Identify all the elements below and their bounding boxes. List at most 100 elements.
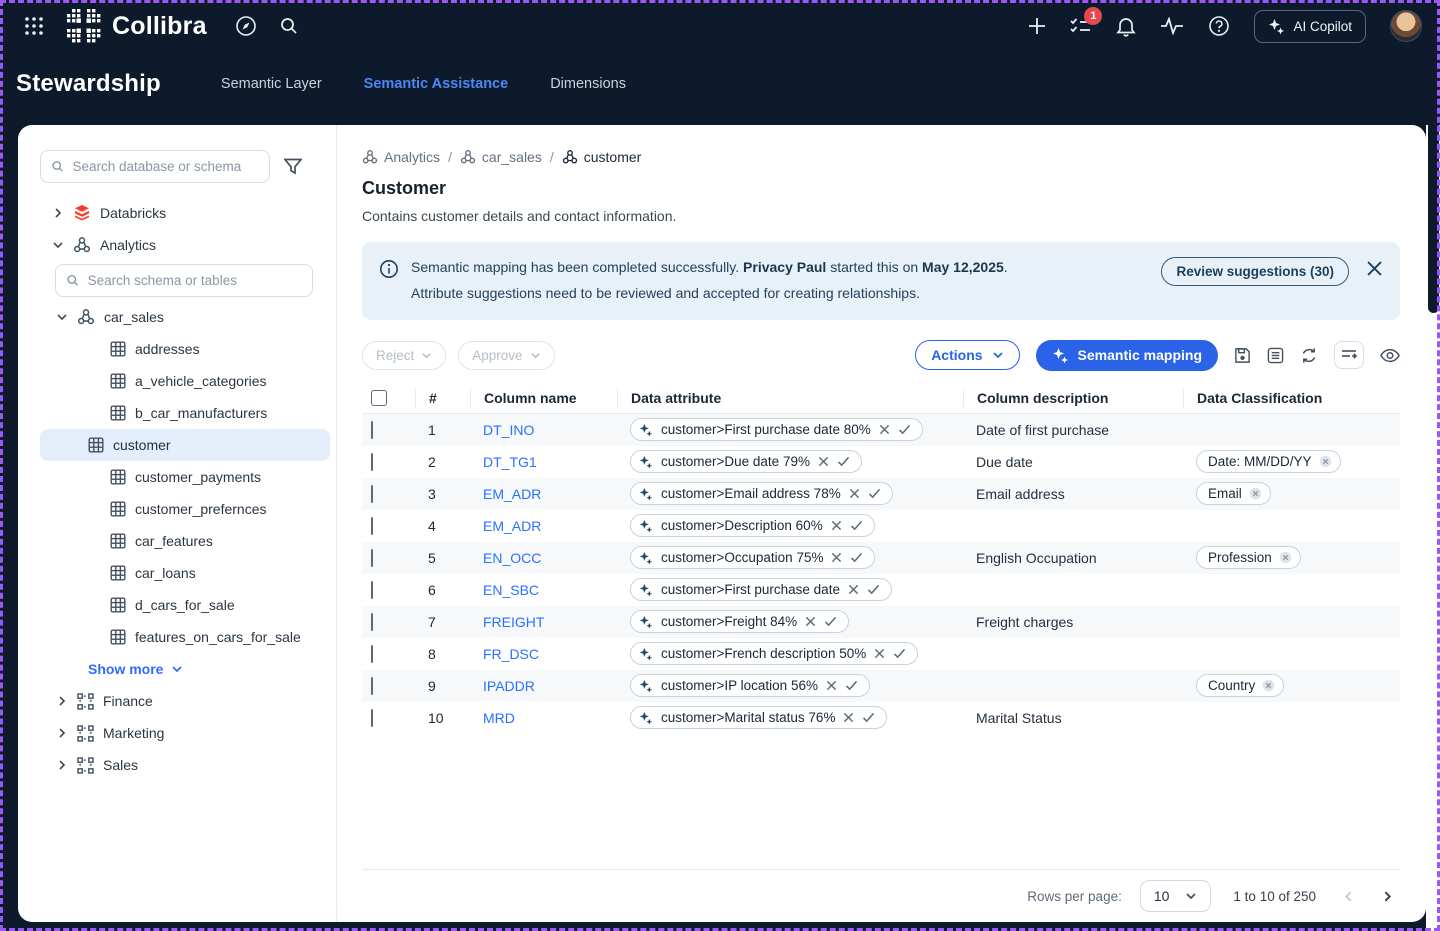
classification-pill[interactable]: Country <box>1196 674 1284 697</box>
schema-search[interactable] <box>55 264 313 297</box>
remove-classification-icon[interactable] <box>1249 487 1262 500</box>
reject-suggestion-icon[interactable] <box>874 648 885 659</box>
sidebar-table-customer_payments[interactable]: customer_payments <box>40 461 330 493</box>
sidebar-item-analytics[interactable]: Analytics <box>18 229 336 261</box>
notifications-icon[interactable] <box>1116 16 1136 37</box>
sidebar-table-customer[interactable]: customer <box>40 429 330 461</box>
accept-suggestion-icon[interactable] <box>893 648 906 659</box>
database-search-input[interactable] <box>72 159 259 174</box>
column-name-link[interactable]: EM_ADR <box>483 486 541 502</box>
add-icon[interactable] <box>1028 17 1046 35</box>
breadcrumb-car_sales[interactable]: car_sales <box>460 149 542 165</box>
row-checkbox[interactable] <box>371 709 373 727</box>
semantic-mapping-button[interactable]: Semantic mapping <box>1036 340 1218 371</box>
reject-suggestion-icon[interactable] <box>831 552 842 563</box>
breadcrumb-customer[interactable]: customer <box>562 149 642 165</box>
compass-icon[interactable] <box>235 15 257 37</box>
sidebar-dimension-marketing[interactable]: Marketing <box>18 717 336 749</box>
row-checkbox[interactable] <box>371 421 373 439</box>
column-name-link[interactable]: EN_SBC <box>483 582 539 598</box>
search-icon[interactable] <box>279 16 299 36</box>
accept-suggestion-icon[interactable] <box>868 488 881 499</box>
show-more-button[interactable]: Show more <box>18 653 336 685</box>
reject-suggestion-icon[interactable] <box>805 616 816 627</box>
accept-suggestion-icon[interactable] <box>867 584 880 595</box>
tasks-icon[interactable]: 1 <box>1070 16 1092 36</box>
sidebar-dimension-finance[interactable]: Finance <box>18 685 336 717</box>
data-attribute-pill[interactable]: customer>Due date 79% <box>630 450 862 473</box>
reject-suggestion-icon[interactable] <box>818 456 829 467</box>
collibra-logo[interactable]: Collibra <box>66 8 207 44</box>
data-attribute-pill[interactable]: customer>Description 60% <box>630 514 875 537</box>
sidebar-table-addresses[interactable]: addresses <box>40 333 330 365</box>
sidebar-table-b_car_manufacturers[interactable]: b_car_manufacturers <box>40 397 330 429</box>
reject-suggestion-icon[interactable] <box>843 712 854 723</box>
row-checkbox[interactable] <box>371 677 373 695</box>
column-name-link[interactable]: IPADDR <box>483 678 535 694</box>
data-attribute-pill[interactable]: customer>First purchase date 80% <box>630 418 923 441</box>
classification-pill[interactable]: Date: MM/DD/YY <box>1196 450 1341 473</box>
select-all-checkbox[interactable] <box>371 390 387 406</box>
tab-semantic-layer[interactable]: Semantic Layer <box>221 76 322 92</box>
approve-button[interactable]: Approve <box>458 341 554 370</box>
user-avatar[interactable] <box>1390 10 1422 42</box>
activity-icon[interactable] <box>1160 17 1184 35</box>
tab-semantic-assistance[interactable]: Semantic Assistance <box>364 76 509 92</box>
column-name-link[interactable]: DT_INO <box>483 422 534 438</box>
data-attribute-pill[interactable]: customer>Occupation 75% <box>630 546 875 569</box>
actions-button[interactable]: Actions <box>915 340 1019 370</box>
row-checkbox[interactable] <box>371 613 373 631</box>
accept-suggestion-icon[interactable] <box>824 616 837 627</box>
data-attribute-pill[interactable]: customer>Email address 78% <box>630 482 893 505</box>
filter-icon[interactable] <box>284 158 302 175</box>
scrollbar-track[interactable] <box>1426 125 1440 931</box>
details-list-icon[interactable] <box>1267 347 1284 364</box>
row-checkbox[interactable] <box>371 581 373 599</box>
accept-suggestion-icon[interactable] <box>850 552 863 563</box>
breadcrumb-Analytics[interactable]: Analytics <box>362 149 440 165</box>
previous-page-icon[interactable] <box>1342 890 1355 903</box>
sidebar-table-customer_prefernces[interactable]: customer_prefernces <box>40 493 330 525</box>
data-attribute-pill[interactable]: customer>IP location 56% <box>630 674 870 697</box>
review-suggestions-button[interactable]: Review suggestions (30) <box>1161 257 1349 286</box>
remove-classification-icon[interactable] <box>1319 455 1332 468</box>
remove-classification-icon[interactable] <box>1262 679 1275 692</box>
rows-per-page-select[interactable]: 10 <box>1140 880 1212 912</box>
reject-suggestion-icon[interactable] <box>849 488 860 499</box>
row-checkbox[interactable] <box>371 485 373 503</box>
reject-suggestion-icon[interactable] <box>848 584 859 595</box>
column-name-link[interactable]: MRD <box>483 710 515 726</box>
column-name-link[interactable]: FREIGHT <box>483 614 544 630</box>
data-attribute-pill[interactable]: customer>Marital status 76% <box>630 706 887 729</box>
column-name-link[interactable]: EN_OCC <box>483 550 541 566</box>
row-checkbox[interactable] <box>371 549 373 567</box>
classification-pill[interactable]: Email <box>1196 482 1271 505</box>
data-attribute-pill[interactable]: customer>Freight 84% <box>630 610 849 633</box>
refresh-icon[interactable] <box>1300 347 1318 364</box>
visibility-icon[interactable] <box>1380 348 1400 363</box>
column-name-link[interactable]: FR_DSC <box>483 646 539 662</box>
classification-pill[interactable]: Profession <box>1196 546 1301 569</box>
schema-search-input[interactable] <box>88 273 302 288</box>
sidebar-dimension-sales[interactable]: Sales <box>18 749 336 781</box>
banner-close-icon[interactable] <box>1367 261 1382 276</box>
accept-suggestion-icon[interactable] <box>850 520 863 531</box>
ai-copilot-button[interactable]: AI Copilot <box>1254 10 1366 43</box>
reject-suggestion-icon[interactable] <box>831 520 842 531</box>
sidebar-table-features_on_cars_for_sale[interactable]: features_on_cars_for_sale <box>40 621 330 653</box>
row-checkbox[interactable] <box>371 645 373 663</box>
accept-suggestion-icon[interactable] <box>862 712 875 723</box>
data-attribute-pill[interactable]: customer>French description 50% <box>630 642 918 665</box>
reject-button[interactable]: Reject <box>362 341 446 370</box>
row-checkbox[interactable] <box>371 517 373 535</box>
sidebar-item-car-sales[interactable]: car_sales <box>18 301 336 333</box>
tab-dimensions[interactable]: Dimensions <box>550 76 626 92</box>
sidebar-table-car_features[interactable]: car_features <box>40 525 330 557</box>
accept-suggestion-icon[interactable] <box>837 456 850 467</box>
next-page-icon[interactable] <box>1381 890 1394 903</box>
scrollbar-thumb[interactable] <box>1428 125 1439 313</box>
remove-classification-icon[interactable] <box>1279 551 1292 564</box>
database-search[interactable] <box>40 150 270 183</box>
sidebar-item-databricks[interactable]: Databricks <box>18 197 336 229</box>
sidebar-table-car_loans[interactable]: car_loans <box>40 557 330 589</box>
